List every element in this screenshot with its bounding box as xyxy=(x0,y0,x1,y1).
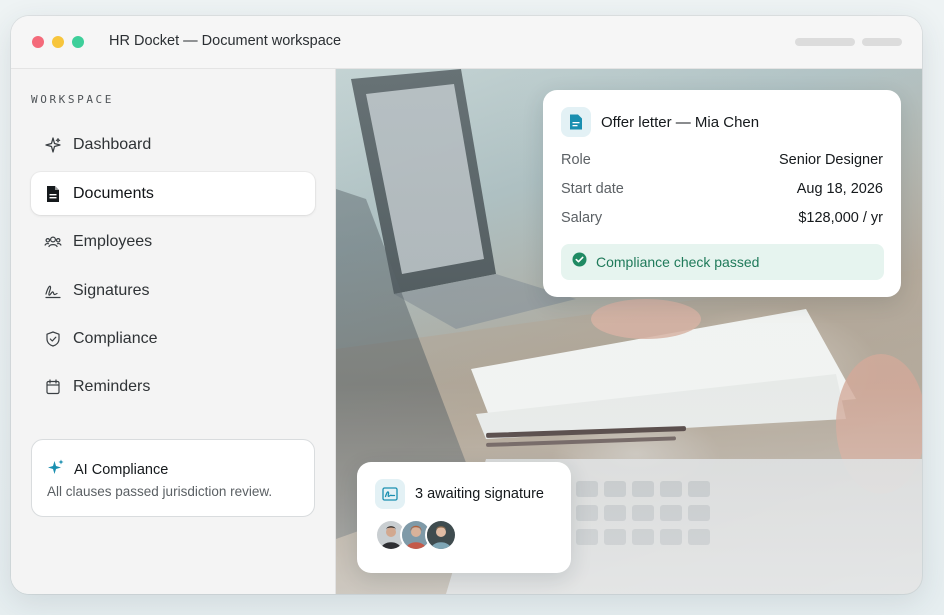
sparkle-icon xyxy=(47,458,65,481)
sidebar-item-label: Employees xyxy=(73,232,153,250)
detail-key: Role xyxy=(561,152,591,168)
compliance-status-text: Compliance check passed xyxy=(596,254,760,270)
offer-letter-card[interactable]: Offer letter — Mia Chen Role Senior Desi… xyxy=(543,90,901,297)
document-icon xyxy=(561,107,591,137)
sidebar-item-signatures[interactable]: Signatures xyxy=(31,269,315,312)
window-title: HR Docket — Document workspace xyxy=(109,33,342,49)
titlebar-placeholder-pill xyxy=(862,38,902,46)
detail-row-salary: Salary $128,000 / yr xyxy=(561,210,883,226)
detail-key: Salary xyxy=(561,210,603,226)
sidebar-item-label: Documents xyxy=(73,184,154,202)
title-bar: HR Docket — Document workspace xyxy=(11,16,922,69)
ai-compliance-header: AI Compliance xyxy=(47,458,168,481)
ai-compliance-title: AI Compliance xyxy=(74,461,169,478)
detail-value: Senior Designer xyxy=(779,152,883,168)
sidebar-item-dashboard[interactable]: Dashboard xyxy=(31,123,315,166)
shield-check-icon xyxy=(44,330,62,348)
sidebar-item-reminders[interactable]: Reminders xyxy=(31,365,315,408)
detail-row-role: Role Senior Designer xyxy=(561,152,883,168)
avatar[interactable] xyxy=(425,519,457,551)
offer-letter-title: Offer letter — Mia Chen xyxy=(601,114,760,131)
maximize-window-button[interactable] xyxy=(72,36,84,48)
minimize-window-button[interactable] xyxy=(52,36,64,48)
sidebar-item-label: Dashboard xyxy=(73,135,152,153)
detail-key: Start date xyxy=(561,181,624,197)
awaiting-signature-title: 3 awaiting signature xyxy=(415,486,544,502)
detail-value: Aug 18, 2026 xyxy=(796,181,883,197)
calendar-icon xyxy=(44,378,62,396)
signature-icon xyxy=(44,282,62,300)
detail-row-start-date: Start date Aug 18, 2026 xyxy=(561,181,883,197)
document-preview-area: Offer letter — Mia Chen Role Senior Desi… xyxy=(336,69,922,594)
sidebar-section-label: WORKSPACE xyxy=(31,93,115,106)
awaiting-signature-card[interactable]: 3 awaiting signature xyxy=(357,462,571,573)
sidebar-item-label: Compliance xyxy=(73,329,158,347)
titlebar-placeholder-pill xyxy=(795,38,855,46)
detail-value: $128,000 / yr xyxy=(798,210,883,226)
sidebar-item-compliance[interactable]: Compliance xyxy=(31,317,315,360)
ai-compliance-card[interactable]: AI Compliance All clauses passed jurisdi… xyxy=(31,439,315,517)
close-window-button[interactable] xyxy=(32,36,44,48)
app-window: HR Docket — Document workspace WORKSPACE… xyxy=(11,16,922,594)
signature-doc-icon xyxy=(375,479,405,509)
sidebar-item-employees[interactable]: Employees xyxy=(31,220,315,263)
sidebar-item-label: Signatures xyxy=(73,281,150,299)
document-icon xyxy=(44,185,62,203)
sidebar-item-label: Reminders xyxy=(73,377,151,395)
people-icon xyxy=(44,233,62,251)
sidebar: WORKSPACE Dashboard Documents Employees … xyxy=(11,69,336,594)
ai-compliance-description: All clauses passed jurisdiction review. xyxy=(47,484,273,499)
sidebar-item-documents[interactable]: Documents xyxy=(31,172,315,215)
compliance-status-banner: Compliance check passed xyxy=(561,244,884,280)
check-circle-icon xyxy=(572,252,587,272)
sparkle-icon xyxy=(44,136,62,154)
